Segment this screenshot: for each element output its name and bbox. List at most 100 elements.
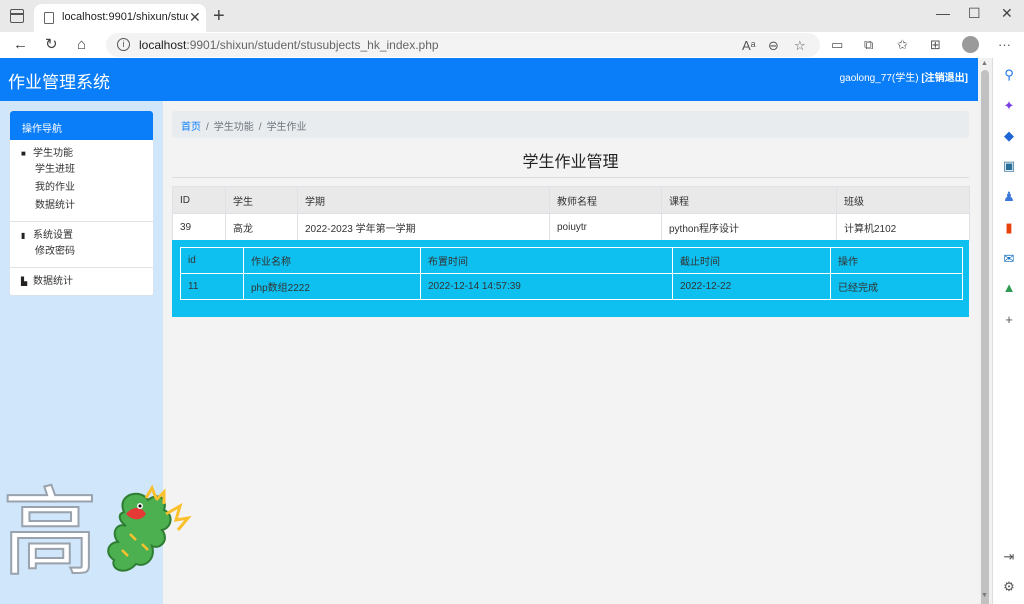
breadcrumb: 首页 / 学生功能 / 学生作业 <box>172 111 969 138</box>
table-header-row: id 作业名称 布置时间 截止时间 操作 <box>180 247 963 274</box>
nav-group-title[interactable]: ▮ 系统设置 <box>21 229 153 243</box>
outlook-icon[interactable]: ✉ <box>1001 251 1017 267</box>
read-aloud-icon[interactable]: Aᵃ <box>742 37 756 55</box>
nav-panel: 操作导航 ■ 学生功能 学生进班 我的作业 数据统计 ▮ 系统设置 修改密码 ▙ 数据… <box>9 110 154 296</box>
extensions-icon[interactable]: ⧉ <box>864 36 873 54</box>
url-host: localhost <box>139 38 187 52</box>
table-cell: python程序设计 <box>661 213 837 241</box>
column-header: 操作 <box>830 247 963 274</box>
browser-tab-active[interactable]: localhost:9901/shixun/student/stusubject… <box>34 4 206 32</box>
bookmark-icon: ▮ <box>21 231 26 240</box>
nav-item-change-password[interactable]: 修改密码 <box>21 243 153 261</box>
favorites-icon[interactable]: ✩ <box>897 36 908 54</box>
page-title: 学生作业管理 <box>522 154 619 171</box>
nav-group-settings: ▮ 系统设置 修改密码 <box>10 222 153 268</box>
split-screen-icon[interactable]: ▭ <box>831 36 843 54</box>
scroll-thumb[interactable] <box>981 70 989 604</box>
status-label[interactable]: 已经完成 <box>830 273 963 300</box>
column-header: 教师名程 <box>549 186 662 214</box>
refresh-icon[interactable]: ↻ <box>45 34 58 56</box>
collections-icon[interactable]: ⊞ <box>930 36 941 54</box>
table-cell: 2022-2023 学年第一学期 <box>297 213 550 241</box>
minimize-icon[interactable]: — <box>936 5 950 21</box>
nav-group-data-stats: ▙ 数据统计 <box>10 268 153 295</box>
shopping-tag-icon[interactable]: ◆ <box>1001 128 1017 144</box>
site-info-icon[interactable]: i <box>117 38 130 51</box>
more-menu-icon[interactable]: ··· <box>998 36 1011 54</box>
column-header: 学期 <box>297 186 550 214</box>
address-bar[interactable]: i localhost:9901/shixun/student/stusubje… <box>106 33 820 57</box>
app-title: 作业管理系统 <box>8 73 110 92</box>
table-cell: poiuytr <box>549 213 662 241</box>
tab-actions-icon[interactable] <box>10 9 24 23</box>
scroll-down-arrow-icon[interactable]: ▼ <box>981 592 988 599</box>
nav-item-join-class[interactable]: 学生进班 <box>21 161 153 179</box>
column-header: ID <box>172 186 226 214</box>
table-cell: 2022-12-22 <box>672 273 831 300</box>
url-path: :9901/shixun/student/stusubjects_hk_inde… <box>186 38 439 52</box>
nav-item-statistics[interactable]: 数据统计 <box>21 197 153 215</box>
profile-avatar[interactable] <box>962 36 979 53</box>
title-divider <box>172 177 969 178</box>
browser-toolbar: ← ↻ ⌂ i localhost:9901/shixun/student/st… <box>0 32 1024 58</box>
back-arrow-icon[interactable]: ← <box>13 34 28 56</box>
logout-link[interactable]: [注销退出] <box>921 73 968 84</box>
browser-tab-strip: localhost:9901/shixun/student/stusubject… <box>0 0 1024 32</box>
table-row[interactable]: 11 php数组2222 2022-12-14 14:57:39 2022-12… <box>180 273 963 300</box>
page-scrollbar[interactable]: ▲ ▼ <box>978 58 992 604</box>
username: gaolong_77(学生) <box>839 73 919 84</box>
office-icon[interactable]: ▮ <box>1001 220 1017 236</box>
column-header: 学生 <box>225 186 298 214</box>
nav-group-title[interactable]: ■ 学生功能 <box>21 147 153 161</box>
table-cell: 高龙 <box>225 213 298 241</box>
hide-sidebar-icon[interactable]: ⇥ <box>1001 549 1017 565</box>
app-header: 作业管理系统 gaolong_77(学生) [注销退出] <box>0 58 978 101</box>
table-cell: php数组2222 <box>243 273 421 300</box>
table-row[interactable]: 39 高龙 2022-2023 学年第一学期 poiuytr python程序设… <box>172 213 970 241</box>
search-icon[interactable]: ⚲ <box>1001 67 1017 83</box>
breadcrumb-current: 学生作业 <box>266 122 307 133</box>
homework-detail-panel: id 作业名称 布置时间 截止时间 操作 11 php数组2222 2022-1… <box>172 240 969 317</box>
copilot-icon[interactable]: ✦ <box>1001 98 1017 114</box>
nav-group-label: 学生功能 <box>33 148 73 159</box>
games-icon[interactable]: ♟ <box>1001 189 1017 205</box>
tools-icon[interactable]: ▣ <box>1001 158 1017 174</box>
column-header: id <box>180 247 244 274</box>
new-tab-icon[interactable]: + <box>213 4 225 28</box>
breadcrumb-home[interactable]: 首页 <box>181 122 201 133</box>
column-header: 课程 <box>661 186 837 214</box>
page-favicon-icon <box>44 12 54 24</box>
table-cell: 计算机2102 <box>836 213 970 241</box>
table-cell: 39 <box>172 213 226 241</box>
breadcrumb-separator: / <box>258 122 262 133</box>
nav-group-student: ■ 学生功能 学生进班 我的作业 数据统计 <box>10 140 153 222</box>
settings-gear-icon[interactable]: ⚙ <box>1001 579 1017 595</box>
drop-icon[interactable]: ▲ <box>1001 280 1017 296</box>
maximize-icon[interactable]: ☐ <box>968 5 981 22</box>
user-icon: ■ <box>21 149 26 158</box>
table-header-row: ID 学生 学期 教师名程 课程 班级 <box>172 186 970 214</box>
close-window-icon[interactable]: ✕ <box>1001 5 1013 22</box>
nav-group-label: 系统设置 <box>33 230 73 241</box>
home-icon[interactable]: ⌂ <box>77 34 86 56</box>
nav-group-label: 数据统计 <box>33 276 73 287</box>
edge-sidebar: ⚲ ✦ ◆ ▣ ♟ ▮ ✉ ▲ + ⇥ ⚙ <box>992 58 1024 604</box>
dragon-sticker-icon <box>107 484 192 572</box>
scroll-up-arrow-icon[interactable]: ▲ <box>981 60 988 67</box>
subject-table: ID 学生 学期 教师名程 课程 班级 39 高龙 2022-2023 学年第一… <box>172 186 970 241</box>
tab-title: localhost:9901/shixun/student/stusubject… <box>62 11 188 23</box>
user-info: gaolong_77(学生) [注销退出] <box>840 69 968 84</box>
watermark-character: 高 <box>1 477 99 589</box>
column-header: 截止时间 <box>672 247 831 274</box>
nav-group-title[interactable]: ▙ 数据统计 <box>21 275 153 289</box>
zoom-icon[interactable]: ⊖ <box>768 37 779 55</box>
favorite-add-icon[interactable]: ☆ <box>794 37 806 55</box>
tab-close-icon[interactable]: ✕ <box>189 9 201 26</box>
column-header: 班级 <box>836 186 970 214</box>
url-text[interactable]: localhost:9901/shixun/student/stusubject… <box>139 38 439 52</box>
add-sidebar-app-icon[interactable]: + <box>1001 312 1017 328</box>
nav-item-my-homework[interactable]: 我的作业 <box>21 179 153 197</box>
column-header: 布置时间 <box>420 247 673 274</box>
bar-chart-icon: ▙ <box>21 277 28 286</box>
homework-table: id 作业名称 布置时间 截止时间 操作 11 php数组2222 2022-1… <box>180 247 963 300</box>
